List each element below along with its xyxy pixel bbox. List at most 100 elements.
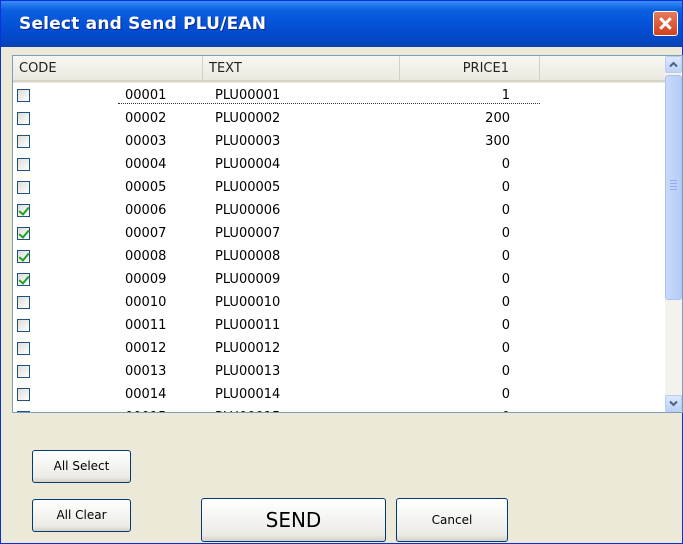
table-row[interactable]: 00005 PLU00005 0 [13, 177, 667, 200]
row-checkbox[interactable] [17, 227, 30, 240]
text-cell: PLU00006 [215, 203, 281, 218]
table-row[interactable]: 00006 PLU00006 0 [13, 200, 667, 223]
code-cell: 00006 [125, 203, 167, 218]
all-clear-button[interactable]: All Clear [32, 499, 131, 532]
text-cell: PLU00014 [215, 387, 281, 402]
column-header-text-label: TEXT [209, 61, 242, 76]
price-cell: 0 [501, 295, 510, 310]
column-header-code[interactable]: CODE [13, 56, 203, 82]
grip-line [670, 180, 677, 181]
row-checkbox[interactable] [17, 135, 30, 148]
code-cell: 00011 [125, 318, 167, 333]
text-cell: PLU00011 [215, 318, 281, 333]
code-cell: 00001 [125, 88, 167, 103]
list-header: CODE TEXT PRICE1 [13, 56, 667, 83]
code-cell: 00010 [125, 295, 167, 310]
row-checkbox[interactable] [17, 204, 30, 217]
text-cell: PLU00004 [215, 157, 281, 172]
price-cell: 0 [501, 249, 510, 264]
table-row[interactable]: 00011 PLU00011 0 [13, 315, 667, 338]
text-cell: PLU00008 [215, 249, 281, 264]
price-cell: 0 [501, 203, 510, 218]
price-cell: 0 [501, 387, 510, 402]
price-cell: 0 [501, 341, 510, 356]
row-checkbox[interactable] [17, 365, 30, 378]
code-cell: 00007 [125, 226, 167, 241]
row-checkbox[interactable] [17, 89, 30, 102]
cancel-button[interactable]: Cancel [396, 498, 508, 542]
table-row[interactable]: 00010 PLU00010 0 [13, 292, 667, 315]
grip-line [670, 189, 677, 190]
row-checkbox[interactable] [17, 273, 30, 286]
text-cell: PLU00003 [215, 134, 281, 149]
plu-list[interactable]: CODE TEXT PRICE1 00001 PLU00001 1 00002 PLU0… [12, 55, 683, 413]
all-select-button[interactable]: All Select [32, 450, 131, 483]
text-cell: PLU00012 [215, 341, 281, 356]
grip-line [670, 186, 677, 187]
code-cell: 00002 [125, 111, 167, 126]
row-checkbox[interactable] [17, 319, 30, 332]
code-cell: 00008 [125, 249, 167, 264]
row-checkbox[interactable] [17, 158, 30, 171]
grip-line [670, 183, 677, 184]
text-cell: PLU00015 [215, 410, 280, 412]
table-row[interactable]: 00012 PLU00012 0 [13, 338, 667, 361]
table-row[interactable]: 00013 PLU00013 0 [13, 361, 667, 384]
title-bar[interactable]: Select and Send PLU/EAN [1, 1, 682, 47]
price-cell: 200 [485, 111, 510, 126]
vertical-scrollbar[interactable] [665, 56, 682, 412]
column-header-price[interactable]: PRICE1 [400, 56, 540, 82]
price-cell: 300 [485, 134, 510, 149]
text-cell: PLU00010 [215, 295, 281, 310]
row-checkbox[interactable] [17, 181, 30, 194]
column-header-filler [540, 56, 667, 82]
code-cell: 00014 [125, 387, 167, 402]
scroll-up-arrow-icon[interactable] [665, 56, 682, 73]
row-checkbox[interactable] [17, 250, 30, 263]
price-cell: 0 [501, 364, 510, 379]
table-row[interactable]: 00015 PLU00015 0 [13, 407, 667, 412]
table-row[interactable]: 00014 PLU00014 0 [13, 384, 667, 407]
code-cell: 00012 [125, 341, 167, 356]
price-cell: 0 [400, 410, 510, 412]
table-row[interactable]: 00001 PLU00001 1 [13, 85, 667, 108]
window-title: Select and Send PLU/EAN [19, 14, 267, 34]
code-cell: 00005 [125, 180, 167, 195]
code-cell: 00009 [125, 272, 167, 287]
code-cell: 00013 [125, 364, 167, 379]
code-cell: 00004 [125, 157, 167, 172]
column-header-price-label: PRICE1 [462, 61, 509, 76]
table-row[interactable]: 00008 PLU00008 0 [13, 246, 667, 269]
price-cell: 1 [501, 88, 510, 103]
text-cell: PLU00002 [215, 111, 281, 126]
text-cell: PLU00009 [215, 272, 281, 287]
row-checkbox[interactable] [17, 388, 30, 401]
text-cell: PLU00013 [215, 364, 281, 379]
text-cell: PLU00005 [215, 180, 281, 195]
price-cell: 0 [501, 157, 510, 172]
scroll-down-arrow-icon[interactable] [665, 395, 682, 412]
price-cell: 0 [501, 318, 510, 333]
row-checkbox[interactable] [17, 411, 30, 412]
dialog-window: Select and Send PLU/EAN CODE TEXT PRICE1… [0, 0, 683, 544]
scroll-thumb[interactable] [665, 75, 682, 300]
code-cell: 00003 [125, 134, 167, 149]
close-icon[interactable] [653, 11, 678, 36]
row-checkbox[interactable] [17, 296, 30, 309]
row-checkbox[interactable] [17, 342, 30, 355]
price-cell: 0 [501, 272, 510, 287]
column-header-code-label: CODE [19, 61, 57, 76]
table-row[interactable]: 00002 PLU00002 200 [13, 108, 667, 131]
price-cell: 0 [501, 180, 510, 195]
table-row[interactable]: 00004 PLU00004 0 [13, 154, 667, 177]
row-checkbox[interactable] [17, 112, 30, 125]
text-cell: PLU00007 [215, 226, 281, 241]
send-button[interactable]: SEND [201, 498, 386, 542]
table-row[interactable]: 00007 PLU00007 0 [13, 223, 667, 246]
column-header-text[interactable]: TEXT [203, 56, 400, 82]
code-cell: 00015 [125, 410, 166, 412]
price-cell: 0 [501, 226, 510, 241]
table-row[interactable]: 00003 PLU00003 300 [13, 131, 667, 154]
text-cell: PLU00001 [215, 88, 281, 103]
table-row[interactable]: 00009 PLU00009 0 [13, 269, 667, 292]
